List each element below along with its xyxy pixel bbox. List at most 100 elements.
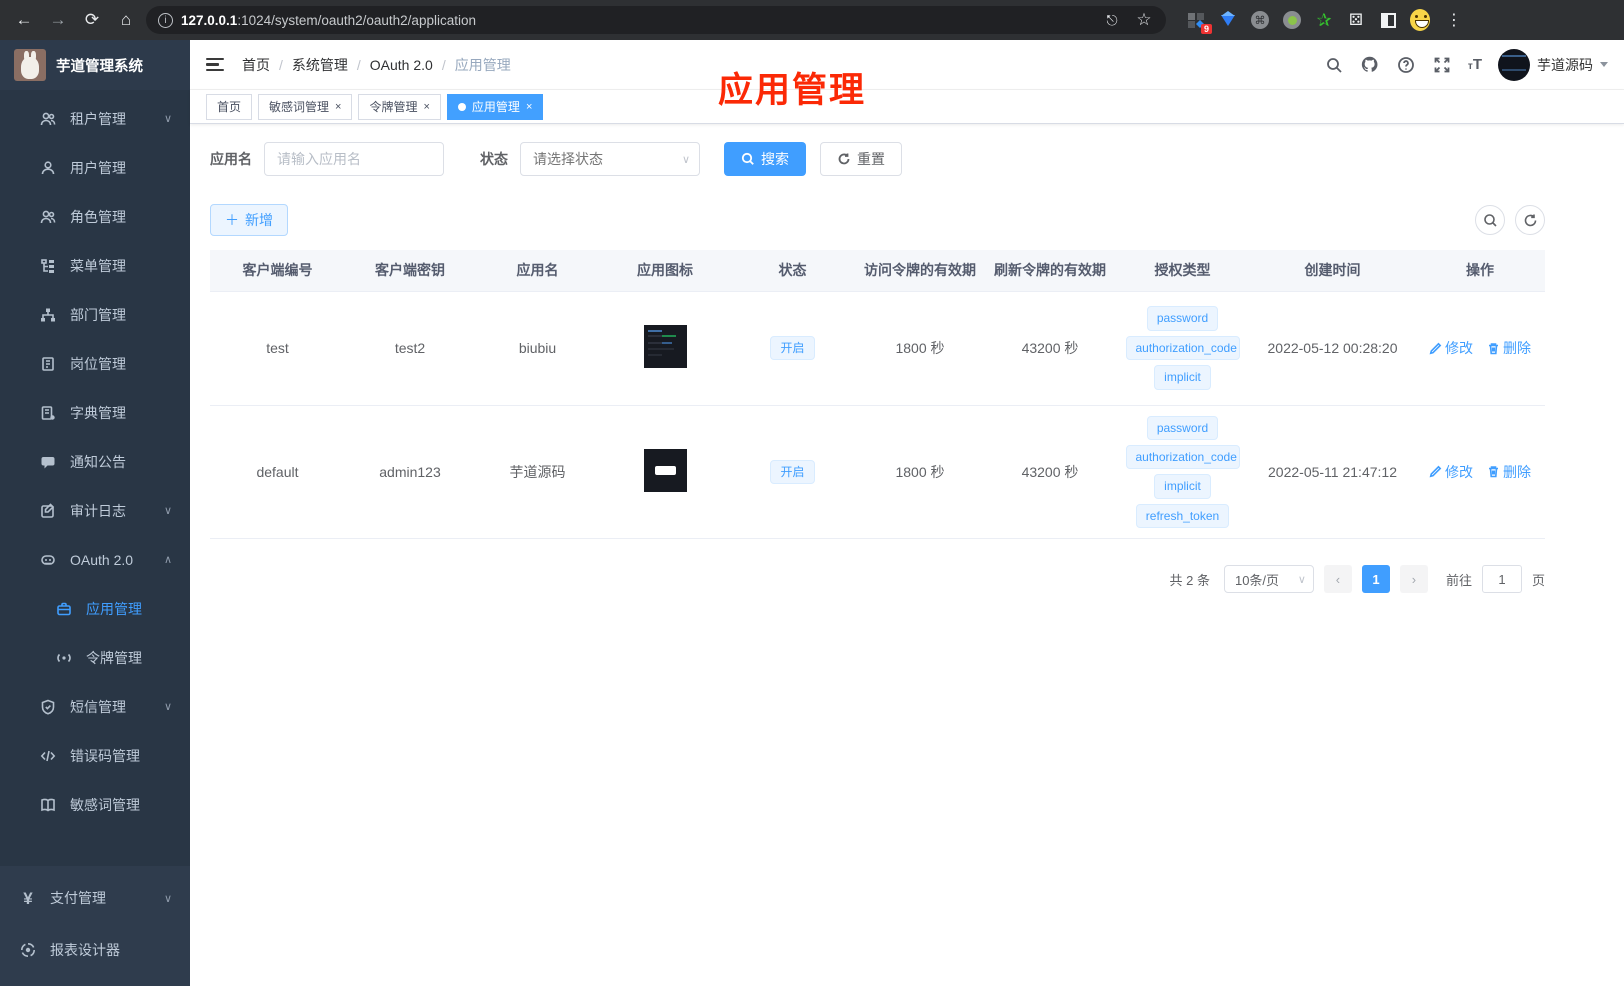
col-refresh-validity: 刷新令牌的有效期 <box>985 250 1115 292</box>
cell-access-validity: 1800 秒 <box>855 291 985 406</box>
sidebar-item-dict[interactable]: 字典管理 <box>0 388 190 437</box>
reset-button[interactable]: 重置 <box>820 142 902 176</box>
sidebar-item-report-designer[interactable]: 报表设计器 <box>0 924 190 976</box>
status-label: 状态 <box>480 151 508 167</box>
refresh-button[interactable] <box>1515 205 1545 235</box>
github-icon[interactable] <box>1360 55 1380 75</box>
sidebar-item-oauth2[interactable]: OAuth 2.0 ∧ <box>0 535 190 584</box>
bookmark-star-icon[interactable]: ☆ <box>1130 6 1158 34</box>
back-icon[interactable]: ← <box>10 6 38 34</box>
prev-page-button[interactable]: ‹ <box>1323 565 1352 594</box>
next-page-button[interactable]: › <box>1399 565 1428 594</box>
help-icon[interactable] <box>1396 55 1416 75</box>
goto-page-input[interactable] <box>1481 565 1522 594</box>
extension-command-icon[interactable]: ⌘ <box>1250 10 1270 30</box>
grant-tag: authorization_code <box>1125 444 1240 470</box>
tree-icon <box>40 258 56 274</box>
users-icon <box>40 209 56 225</box>
app-logo-area[interactable]: 芋道管理系统 <box>0 40 190 90</box>
sidebar-item-notice[interactable]: 通知公告 <box>0 437 190 486</box>
sidebar-item-error-code[interactable]: 错误码管理 <box>0 731 190 780</box>
url-text[interactable]: 127.0.0.1:1024/system/oauth2/oauth2/appl… <box>181 13 1090 28</box>
close-icon[interactable]: × <box>335 101 341 113</box>
sidebar-item-post[interactable]: 岗位管理 <box>0 339 190 388</box>
breadcrumb-current: 应用管理 <box>454 56 511 73</box>
edit-button[interactable]: 修改 <box>1429 462 1473 482</box>
grant-tag: implicit <box>1154 365 1211 390</box>
profile-avatar-icon[interactable] <box>1410 9 1430 31</box>
tab-token[interactable]: 令牌管理 × <box>358 93 441 120</box>
extension-grid-icon[interactable]: 9 <box>1186 10 1212 34</box>
sidebar-item-oauth2-application[interactable]: 应用管理 <box>0 584 190 633</box>
extension-badge: 9 <box>1200 24 1212 34</box>
page-number-button[interactable]: 1 <box>1361 565 1390 594</box>
token-icon <box>56 650 72 666</box>
extensions-puzzle-icon[interactable]: ⚄ <box>1346 10 1366 30</box>
chevron-down-icon: ∨ <box>163 701 172 713</box>
table-toolbar: ＋ 新增 <box>210 204 1545 236</box>
cell-refresh-validity: 43200 秒 <box>985 291 1115 406</box>
sidebar-item-pay[interactable]: ¥ 支付管理 ∨ <box>0 872 190 924</box>
breadcrumb: 首页 / 系统管理 / OAuth 2.0/ 应用管理 <box>242 55 511 75</box>
share-icon[interactable]: ⎋ <box>1098 6 1126 34</box>
tab-application[interactable]: 应用管理 × <box>446 93 544 120</box>
edit-button[interactable]: 修改 <box>1429 338 1473 358</box>
delete-button[interactable]: 删除 <box>1487 462 1531 482</box>
cell-access-validity: 1800 秒 <box>855 405 985 540</box>
tab-sensitive-word[interactable]: 敏感词管理 × <box>258 93 353 120</box>
breadcrumb-oauth2[interactable]: OAuth 2.0 <box>370 57 433 73</box>
user-menu[interactable]: 芋道源码 <box>1498 48 1608 81</box>
browser-menu-icon[interactable]: ⋮ <box>1446 10 1462 30</box>
fullscreen-icon[interactable] <box>1432 55 1452 75</box>
reload-icon[interactable]: ⟳ <box>78 6 106 34</box>
sidebar-item-sms[interactable]: 短信管理 ∨ <box>0 682 190 731</box>
app-icon-image <box>643 325 687 368</box>
site-info-icon[interactable]: i <box>158 12 173 28</box>
cell-status: 开启 <box>730 405 855 540</box>
collapse-sidebar-icon[interactable] <box>206 55 226 75</box>
home-icon[interactable]: ⌂ <box>112 6 140 34</box>
page-size-select[interactable] <box>1223 565 1314 594</box>
address-bar[interactable]: i 127.0.0.1:1024/system/oauth2/oauth2/ap… <box>146 6 1166 34</box>
cell-secret: test2 <box>345 291 475 406</box>
col-secret: 客户端密钥 <box>345 250 475 292</box>
goto-label: 前往 <box>1445 572 1472 588</box>
col-client-id: 客户端编号 <box>210 250 345 292</box>
status-badge: 开启 <box>770 459 815 484</box>
split-screen-icon[interactable] <box>1378 10 1398 30</box>
cell-created: 2022-05-12 00:28:20 <box>1250 291 1415 406</box>
delete-button[interactable]: 删除 <box>1487 338 1531 358</box>
tab-home[interactable]: 首页 <box>206 93 253 120</box>
sidebar-item-sensitive-word[interactable]: 敏感词管理 <box>0 780 190 829</box>
col-app-name: 应用名 <box>475 250 600 292</box>
total-count: 共 2 条 <box>1169 572 1210 588</box>
close-icon[interactable]: × <box>526 101 532 113</box>
search-button[interactable]: 搜索 <box>724 142 806 176</box>
font-size-icon[interactable]: тT <box>1468 56 1482 73</box>
extension-star-icon[interactable]: ✰ <box>1314 10 1334 30</box>
app-name-input[interactable] <box>264 142 444 176</box>
sidebar-item-menu[interactable]: 菜单管理 <box>0 241 190 290</box>
cell-app-icon <box>600 405 730 540</box>
close-icon[interactable]: × <box>423 101 429 113</box>
search-icon[interactable] <box>1324 55 1344 75</box>
sidebar-item-dept[interactable]: 部门管理 <box>0 290 190 339</box>
code-icon <box>40 748 56 764</box>
sidebar-item-audit-log[interactable]: 审计日志 ∨ <box>0 486 190 535</box>
add-button[interactable]: ＋ 新增 <box>210 204 288 236</box>
status-select[interactable] <box>520 142 700 176</box>
grant-tag: implicit <box>1154 474 1211 499</box>
sidebar-item-tenant[interactable]: 租户管理 ∨ <box>0 94 190 143</box>
breadcrumb-system[interactable]: 系统管理 <box>292 55 348 75</box>
extension-record-icon[interactable] <box>1282 10 1302 30</box>
sidebar-item-oauth2-token[interactable]: 令牌管理 <box>0 633 190 682</box>
app-title: 芋道管理系统 <box>56 58 143 75</box>
sidebar-item-user[interactable]: 用户管理 <box>0 143 190 192</box>
forward-icon[interactable]: → <box>44 6 72 34</box>
chevron-down-icon: ∨ <box>163 113 172 125</box>
breadcrumb-home[interactable]: 首页 <box>242 55 270 75</box>
sidebar-item-role[interactable]: 角色管理 <box>0 192 190 241</box>
toggle-search-button[interactable] <box>1475 205 1505 235</box>
user-avatar <box>1498 48 1530 81</box>
extension-gem-icon[interactable] <box>1218 10 1238 30</box>
